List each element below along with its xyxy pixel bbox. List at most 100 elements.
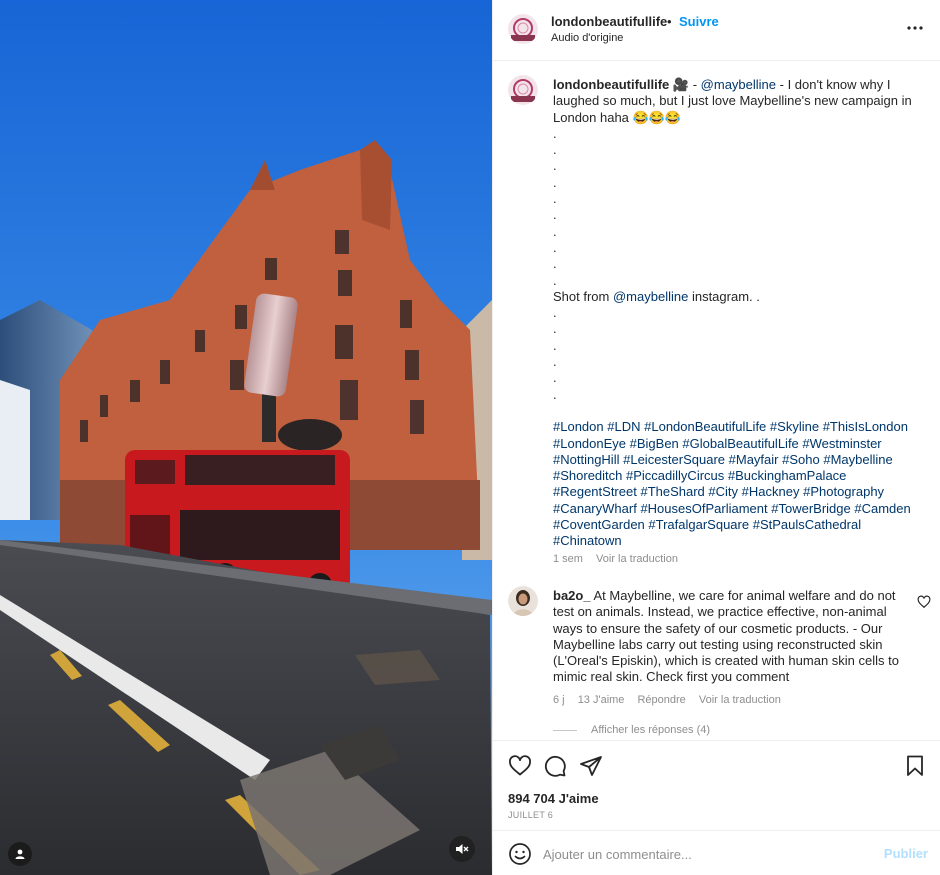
caption-dot-line: . bbox=[553, 321, 557, 337]
caption-dot-line: . bbox=[553, 354, 557, 370]
hashtag-link[interactable]: #City bbox=[708, 484, 738, 499]
add-comment-bar: Publier bbox=[493, 830, 940, 875]
commenter-avatar-image bbox=[508, 586, 538, 616]
hashtag-link[interactable]: #NottingHill bbox=[553, 452, 619, 467]
caption-dot-line: . bbox=[553, 223, 557, 239]
publish-button[interactable]: Publier bbox=[884, 846, 928, 861]
user-icon bbox=[15, 849, 25, 859]
hashtag-link[interactable]: #LondonBeautifulLife bbox=[644, 419, 766, 434]
like-comment-button[interactable] bbox=[917, 595, 931, 609]
caption-text: londonbeautifullife 🎥 - @maybelline - I … bbox=[553, 77, 918, 550]
audio-label[interactable]: Audio d'origine bbox=[551, 32, 623, 44]
caption-dot-line: . bbox=[553, 256, 557, 272]
caption-first-line: londonbeautifullife 🎥 - @maybelline - I … bbox=[553, 77, 918, 126]
hashtag-link[interactable]: #Camden bbox=[854, 501, 910, 516]
hashtag-list: #London #LDN #LondonBeautifulLife #Skyli… bbox=[553, 419, 918, 549]
caption-dot-line: . bbox=[553, 305, 557, 321]
comment-meta: 6 j 13 J'aime Répondre Voir la traductio… bbox=[553, 694, 791, 706]
more-horizontal-icon bbox=[907, 26, 923, 30]
likes-count[interactable]: 894 704 J'aime bbox=[508, 791, 599, 806]
comments-scroll-area[interactable]: londonbeautifullife 🎥 - @maybelline - I … bbox=[493, 62, 940, 740]
camera-emoji: 🎥 bbox=[672, 77, 690, 92]
caption-dot-line: . bbox=[553, 158, 557, 174]
instagram-post-modal: londonbeautifullife • Suivre Audio d'ori… bbox=[0, 0, 940, 875]
comment-body: At Maybelline, we care for animal welfar… bbox=[553, 588, 899, 685]
hashtag-link[interactable]: #PiccadillyCircus bbox=[626, 468, 724, 483]
author-username[interactable]: londonbeautifullife bbox=[551, 14, 667, 29]
hashtag-link[interactable]: #StPaulsCathedral bbox=[753, 517, 861, 532]
hashtag-link[interactable]: #HousesOfParliament bbox=[640, 501, 767, 516]
more-options-button[interactable] bbox=[905, 17, 925, 37]
hashtag-link[interactable]: #Soho bbox=[782, 452, 820, 467]
caption-author-avatar[interactable] bbox=[508, 75, 538, 105]
hashtag-link[interactable]: #LondonEye bbox=[553, 436, 626, 451]
caption-username[interactable]: londonbeautifullife bbox=[553, 77, 669, 92]
caption-dot-line: . bbox=[553, 207, 557, 223]
hashtag-link[interactable]: #London bbox=[553, 419, 604, 434]
hashtag-link[interactable]: #Maybelline bbox=[823, 452, 892, 467]
hashtag-link[interactable]: #Chinatown bbox=[553, 533, 622, 548]
hashtag-link[interactable]: #Photography bbox=[803, 484, 884, 499]
hashtag-link[interactable]: #Shoreditch bbox=[553, 468, 622, 483]
caption-dots-top: .......... bbox=[553, 126, 918, 289]
reply-link[interactable]: Répondre bbox=[637, 694, 685, 706]
comment-translate-link[interactable]: Voir la traduction bbox=[699, 694, 781, 706]
show-replies-button[interactable]: Afficher les réponses (4) bbox=[553, 724, 710, 736]
caption-dot-line: . bbox=[553, 174, 557, 190]
hashtag-link[interactable]: #RegentStreet bbox=[553, 484, 637, 499]
post-details-panel: londonbeautifullife • Suivre Audio d'ori… bbox=[492, 0, 940, 875]
shot-from-suffix: instagram. . bbox=[691, 288, 760, 304]
comment-text: ba2o_ At Maybelline, we care for animal … bbox=[553, 588, 913, 686]
video-frame-london-street bbox=[0, 0, 492, 875]
hashtag-link[interactable]: #CanaryWharf bbox=[553, 501, 637, 516]
hashtag-link[interactable]: #Mayfair bbox=[729, 452, 779, 467]
post-video[interactable] bbox=[0, 0, 492, 875]
hashtag-link[interactable]: #LDN bbox=[607, 419, 640, 434]
hashtag-link[interactable]: #TheShard bbox=[640, 484, 704, 499]
caption-dot-line: . bbox=[553, 239, 557, 255]
bookmark-icon bbox=[907, 755, 923, 776]
show-replies-label: Afficher les réponses (4) bbox=[591, 724, 711, 736]
comment-icon bbox=[544, 755, 566, 777]
commenter-username[interactable]: ba2o_ bbox=[553, 588, 591, 603]
hashtag-link[interactable]: #TrafalgarSquare bbox=[648, 517, 749, 532]
commenter-avatar[interactable] bbox=[508, 586, 538, 616]
comment-likes[interactable]: 13 J'aime bbox=[578, 694, 625, 706]
like-button[interactable] bbox=[508, 754, 532, 778]
share-button[interactable] bbox=[579, 754, 603, 778]
hashtag-link[interactable]: #BuckinghamPalace bbox=[728, 468, 847, 483]
hashtag-link[interactable]: #Hackney bbox=[742, 484, 800, 499]
mute-toggle-button[interactable] bbox=[449, 836, 475, 862]
shot-from-line: Shot from @maybelline instagram. . bbox=[553, 289, 918, 305]
caption-time[interactable]: 1 sem bbox=[553, 553, 583, 565]
shot-from-prefix: Shot from bbox=[553, 288, 610, 304]
hashtag-link[interactable]: #Westminster bbox=[802, 436, 881, 451]
caption-dots-bottom: ...... bbox=[553, 305, 918, 403]
save-button[interactable] bbox=[903, 754, 927, 778]
shot-from-mention[interactable]: @maybelline bbox=[613, 289, 688, 304]
hashtag-link[interactable]: #TowerBridge bbox=[771, 501, 851, 516]
share-icon bbox=[580, 756, 602, 776]
comment-button[interactable] bbox=[543, 754, 567, 778]
emoji-picker-button[interactable] bbox=[508, 842, 532, 866]
hashtag-link[interactable]: #LeicesterSquare bbox=[623, 452, 725, 467]
author-avatar[interactable] bbox=[508, 14, 538, 44]
post-date[interactable]: JUILLET 6 bbox=[508, 810, 553, 820]
hashtag-link[interactable]: #CoventGarden bbox=[553, 517, 645, 532]
caption-translate-link[interactable]: Voir la traduction bbox=[596, 553, 678, 565]
caption-dot-line: . bbox=[553, 125, 557, 141]
hashtag-link[interactable]: #GlobalBeautifulLife bbox=[682, 436, 798, 451]
hashtag-link[interactable]: #ThisIsLondon bbox=[823, 419, 908, 434]
user-tag-button[interactable] bbox=[8, 842, 32, 866]
caption-dot-line: . bbox=[553, 386, 557, 402]
comment-time[interactable]: 6 j bbox=[553, 694, 565, 706]
hashtag-link[interactable]: #Skyline bbox=[770, 419, 819, 434]
caption-dot-line: . bbox=[553, 337, 557, 353]
follow-button[interactable]: Suivre bbox=[679, 14, 719, 29]
comment-input[interactable] bbox=[543, 843, 863, 865]
london-eye-avatar-image bbox=[508, 75, 538, 105]
caption-dot-line: . bbox=[553, 191, 557, 207]
caption-mention[interactable]: @maybelline bbox=[701, 77, 776, 92]
hashtag-link[interactable]: #BigBen bbox=[630, 436, 679, 451]
